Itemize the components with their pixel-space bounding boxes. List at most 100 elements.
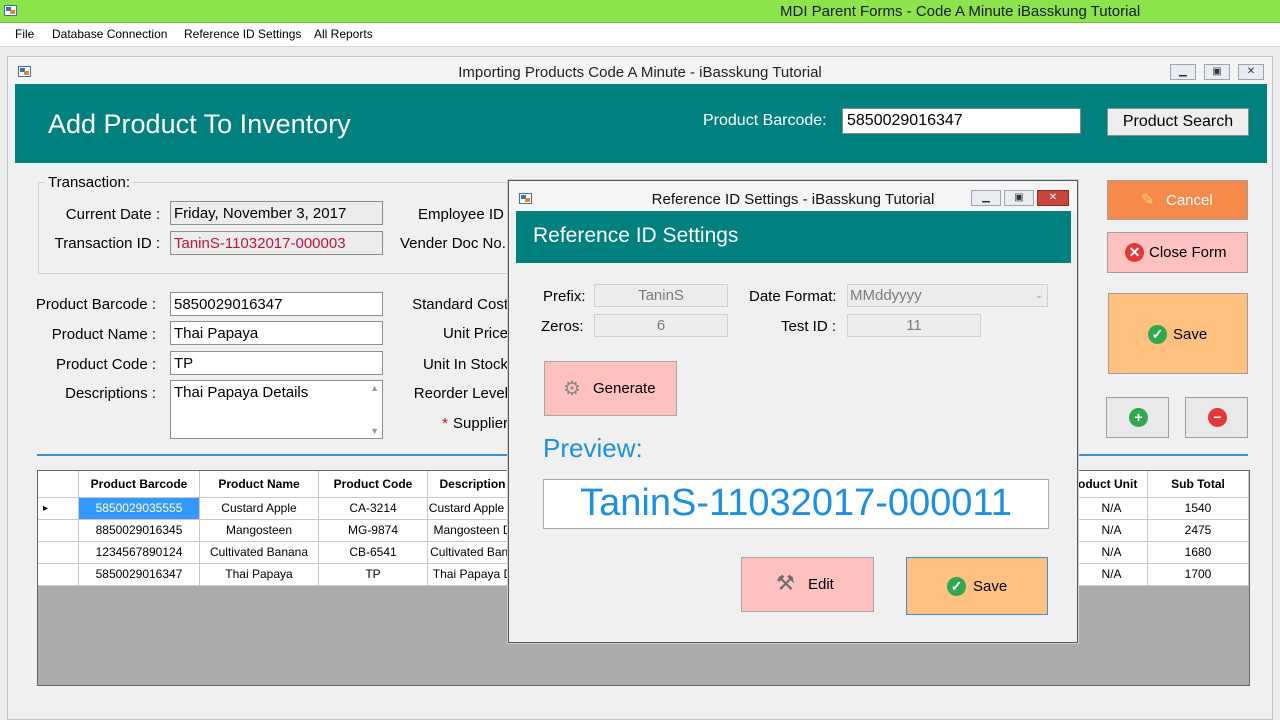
grid-header-description[interactable]: Description xyxy=(428,471,518,498)
product-barcode-field[interactable]: 5850029016347 xyxy=(170,292,383,316)
save-main-button[interactable]: ✓ Save xyxy=(1108,293,1248,374)
table-cell[interactable]: TP xyxy=(319,564,428,586)
table-cell[interactable]: N/A xyxy=(1076,564,1148,586)
zeros-label: Zeros: xyxy=(541,318,584,335)
grid-header-subtotal[interactable]: Sub Total xyxy=(1148,471,1249,498)
transaction-id-field[interactable]: TaninS-11032017-000003 xyxy=(170,231,383,255)
grid-header-unit[interactable]: oduct Unit xyxy=(1076,471,1148,498)
maximize-icon[interactable]: ▣ xyxy=(1204,64,1230,80)
row-indicator: ▸ xyxy=(38,498,79,520)
save-dialog-button[interactable]: ✓ Save xyxy=(906,557,1048,615)
cancel-label: Cancel xyxy=(1166,192,1213,209)
table-cell[interactable]: N/A xyxy=(1076,520,1148,542)
table-cell[interactable]: Thai Papaya xyxy=(200,564,319,586)
transaction-legend: Transaction: xyxy=(45,174,133,191)
table-cell[interactable]: 1680 xyxy=(1148,542,1249,564)
table-cell[interactable]: 2475 xyxy=(1148,520,1249,542)
product-name-field[interactable]: Thai Papaya xyxy=(170,321,383,345)
table-cell[interactable]: CB-6541 xyxy=(319,542,428,564)
minimize-icon[interactable]: ▁ xyxy=(1170,64,1196,80)
table-cell[interactable]: Custard Apple xyxy=(200,498,319,520)
close-icon[interactable]: ✕ xyxy=(1238,64,1264,80)
cancel-button[interactable]: ✎ Cancel xyxy=(1107,180,1248,220)
test-id-field[interactable]: 11 xyxy=(847,314,981,337)
mdi-title-bar: MDI Parent Forms - Code A Minute iBassku… xyxy=(0,0,1280,23)
zeros-field[interactable]: 6 xyxy=(594,314,728,337)
dialog-title-bar: Reference ID Settings - iBasskung Tutori… xyxy=(509,181,1077,211)
table-cell[interactable]: Mangosteen D xyxy=(428,520,518,542)
descriptions-label: Descriptions : xyxy=(65,385,156,402)
edit-label: Edit xyxy=(808,576,834,593)
grid-header-barcode[interactable]: Product Barcode xyxy=(79,471,200,498)
table-cell[interactable]: 8850029016345 xyxy=(79,520,200,542)
product-name-label: Product Name : xyxy=(51,326,156,343)
chevron-down-icon[interactable]: ⌄ xyxy=(1035,285,1043,306)
child-title: Importing Products Code A Minute - iBass… xyxy=(458,64,822,81)
product-code-field[interactable]: TP xyxy=(170,351,383,375)
current-date-field[interactable]: Friday, November 3, 2017 xyxy=(170,201,383,225)
scroll-down-icon[interactable]: ▼ xyxy=(370,426,379,436)
product-search-button[interactable]: Product Search xyxy=(1107,108,1249,136)
vender-doc-label: Vender Doc No. xyxy=(400,235,506,252)
table-cell[interactable]: 1700 xyxy=(1148,564,1249,586)
close-form-button[interactable]: ✕ Close Form xyxy=(1107,232,1248,273)
remove-row-button[interactable]: − xyxy=(1185,397,1248,438)
dialog-heading: Reference ID Settings xyxy=(533,224,739,247)
row-header xyxy=(38,520,79,542)
plus-circle-icon: + xyxy=(1129,408,1148,427)
descriptions-field[interactable]: Thai Papaya Details ▲ ▼ xyxy=(170,380,383,439)
table-cell[interactable]: N/A xyxy=(1076,498,1148,520)
menu-file[interactable]: File xyxy=(15,27,34,41)
supplier-label: Supplier xyxy=(453,415,509,432)
table-cell[interactable]: Cultivated Bana xyxy=(428,542,518,564)
transaction-id-label: Transaction ID : xyxy=(54,235,160,252)
close-form-label: Close Form xyxy=(1149,244,1227,261)
row-header xyxy=(38,542,79,564)
unit-price-label: Unit Price xyxy=(442,325,508,342)
dialog-close-icon[interactable]: ✕ xyxy=(1037,190,1069,206)
minus-circle-icon: − xyxy=(1208,408,1227,427)
date-format-value: MMddyyyy xyxy=(850,287,922,304)
table-cell[interactable]: Custard Apple D xyxy=(428,498,518,520)
gears-icon: ⚙ xyxy=(563,378,581,400)
unit-in-stock-label: Unit In Stock xyxy=(422,356,508,373)
menu-all-reports[interactable]: All Reports xyxy=(314,27,373,41)
scroll-up-icon[interactable]: ▲ xyxy=(370,383,379,393)
save-main-label: Save xyxy=(1173,326,1208,343)
table-cell[interactable]: 5850029016347 xyxy=(79,564,200,586)
dialog-minimize-icon[interactable]: ▁ xyxy=(971,190,1001,206)
pencil-icon: ✎ xyxy=(1141,192,1155,209)
menu-database-connection[interactable]: Database Connection xyxy=(52,27,167,41)
page-title: Add Product To Inventory xyxy=(48,109,351,139)
header-barcode-input[interactable]: 5850029016347 xyxy=(842,108,1081,134)
prefix-field[interactable]: TaninS xyxy=(594,284,728,307)
grid-header-code[interactable]: Product Code xyxy=(319,471,428,498)
date-format-label: Date Format: xyxy=(749,288,837,305)
table-cell[interactable]: MG-9874 xyxy=(319,520,428,542)
child-title-bar: Importing Products Code A Minute - iBass… xyxy=(8,57,1272,85)
generate-button[interactable]: ⚙ Generate xyxy=(544,361,677,416)
table-cell[interactable]: 1234567890124 xyxy=(79,542,200,564)
add-row-button[interactable]: + xyxy=(1106,397,1169,438)
grid-header-name[interactable]: Product Name xyxy=(200,471,319,498)
generate-label: Generate xyxy=(593,380,656,397)
header-barcode-label: Product Barcode: xyxy=(703,112,827,129)
reorder-level-label: Reorder Level xyxy=(413,385,508,402)
dialog-header: Reference ID Settings xyxy=(516,211,1071,263)
table-cell[interactable]: 1540 xyxy=(1148,498,1249,520)
table-cell[interactable]: Thai Papaya D xyxy=(428,564,518,586)
date-format-select[interactable]: MMddyyyy ⌄ xyxy=(847,284,1048,307)
edit-button[interactable]: ⚒ Edit xyxy=(741,557,874,612)
table-cell[interactable]: N/A xyxy=(1076,542,1148,564)
dialog-maximize-icon[interactable]: ▣ xyxy=(1004,190,1034,206)
table-cell[interactable]: 5850029035555 xyxy=(79,498,200,520)
product-barcode-label: Product Barcode : xyxy=(35,296,156,313)
check-circle-icon: ✓ xyxy=(947,577,966,596)
transaction-group xyxy=(38,182,578,274)
table-cell[interactable]: Mangosteen xyxy=(200,520,319,542)
table-cell[interactable]: CA-3214 xyxy=(319,498,428,520)
prefix-label: Prefix: xyxy=(543,288,586,305)
descriptions-text: Thai Papaya Details xyxy=(174,384,309,401)
menu-reference-id-settings[interactable]: Reference ID Settings xyxy=(184,27,301,41)
table-cell[interactable]: Cultivated Banana xyxy=(200,542,319,564)
